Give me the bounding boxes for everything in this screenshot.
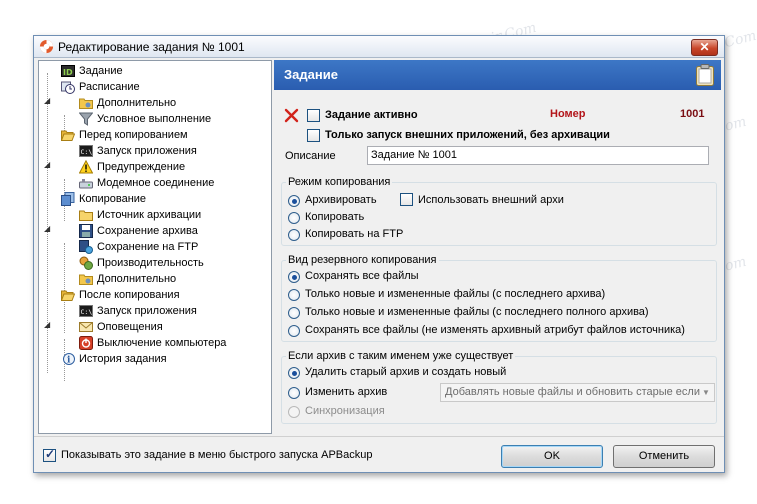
copy-mode-title: Режим копирования [286, 176, 393, 188]
backup-type-title: Вид резервного копирования [286, 254, 439, 266]
console-icon: C:\ [79, 145, 93, 157]
folder-source-icon [79, 210, 93, 221]
radio-delete-create-label: Удалить старый архив и создать новый [305, 366, 507, 378]
description-input[interactable]: Задание № 1001 [367, 146, 709, 165]
radio-archive-label: Архивировать [305, 194, 377, 206]
radio-new-since-full-label: Только новые и измененные файлы (с после… [305, 306, 649, 318]
performance-icon [79, 256, 93, 270]
radio-new-since-full[interactable] [288, 307, 300, 319]
history-icon: i [63, 353, 75, 366]
number-label: Номер [550, 108, 586, 120]
clock-icon [61, 81, 75, 94]
folder-gear-icon [79, 274, 93, 285]
ftp-icon [79, 240, 93, 254]
radio-save-all-keep-attr-label: Сохранять все файлы (не изменять архивны… [305, 324, 685, 336]
close-button[interactable]: ✕ [691, 39, 718, 56]
section-title: Задание [284, 67, 338, 82]
collapse-arrow[interactable]: ◢ [44, 225, 52, 233]
task-active-label: Задание активно [325, 109, 418, 121]
description-label: Описание [285, 150, 336, 162]
filter-icon [79, 112, 93, 126]
red-x-icon [284, 108, 299, 123]
save-disk-icon [79, 224, 93, 238]
external-archiver-label: Использовать внешний архи [418, 194, 564, 206]
radio-copy[interactable] [288, 212, 300, 224]
collapse-arrow[interactable]: ◢ [44, 161, 52, 169]
radio-new-since-last[interactable] [288, 289, 300, 301]
edit-task-dialog: Редактирование задания № 1001 ✕ ◢ ◢ ◢ ◢ … [33, 35, 725, 473]
window-title: Редактирование задания № 1001 [58, 40, 245, 54]
svg-text:i: i [67, 356, 71, 366]
collapse-arrow[interactable]: ◢ [44, 321, 52, 329]
radio-new-since-last-label: Только новые и измененные файлы (с после… [305, 288, 606, 300]
modify-mode-select[interactable]: Добавлять новые файлы и обновить старые … [440, 383, 715, 402]
modify-mode-value: Добавлять новые файлы и обновить старые … [445, 386, 700, 398]
radio-copy-ftp-label: Копировать на FTP [305, 228, 404, 240]
folder-open-icon [61, 130, 75, 141]
clipboard-icon [696, 64, 714, 86]
folder-gear-icon [79, 98, 93, 109]
copy-icon [61, 192, 75, 206]
radio-modify-archive[interactable] [288, 387, 300, 399]
radio-delete-create[interactable] [288, 367, 300, 379]
radio-copy-ftp[interactable] [288, 229, 300, 241]
lifebuoy-icon [39, 39, 54, 54]
existing-archive-title: Если архив с таким именем уже существует [286, 350, 516, 362]
title-bar[interactable]: Редактирование задания № 1001 ✕ [34, 36, 724, 58]
radio-save-all-keep-attr[interactable] [288, 325, 300, 337]
only-apps-label: Только запуск внешних приложений, без ар… [325, 129, 610, 141]
power-icon [79, 336, 93, 350]
modem-icon [79, 179, 93, 189]
ok-button[interactable]: OK [501, 445, 603, 468]
radio-synchronize-label: Синхронизация [305, 405, 385, 417]
number-value: 1001 [680, 108, 705, 120]
collapse-arrow[interactable]: ◢ [44, 97, 52, 105]
svg-text:ID: ID [63, 68, 73, 77]
section-header: Задание [274, 60, 721, 90]
svg-text:C:\: C:\ [81, 148, 93, 156]
radio-modify-archive-label: Изменить архив [305, 386, 388, 398]
folder-open-icon [61, 290, 75, 301]
id-icon: ID [61, 65, 75, 77]
radio-synchronize[interactable] [288, 406, 300, 418]
footer-separator [34, 436, 724, 437]
cancel-button[interactable]: Отменить [613, 445, 715, 468]
only-apps-checkbox[interactable] [307, 129, 320, 142]
radio-copy-label: Копировать [305, 211, 365, 223]
external-archiver-checkbox[interactable] [400, 193, 413, 206]
envelope-icon [79, 322, 93, 332]
settings-tree[interactable]: ◢ ◢ ◢ ◢ ID Задание Расписание Дополнител… [38, 60, 272, 434]
task-active-checkbox[interactable] [307, 109, 320, 122]
radio-save-all-label: Сохранять все файлы [305, 270, 419, 282]
radio-archive[interactable] [288, 195, 300, 207]
radio-save-all[interactable] [288, 271, 300, 283]
warning-icon [79, 160, 93, 174]
svg-text:C:\: C:\ [81, 308, 93, 316]
chevron-down-icon: ▼ [702, 388, 710, 397]
console-icon: C:\ [79, 305, 93, 317]
quick-menu-label: Показывать это задание в меню быстрого з… [61, 449, 373, 461]
quick-menu-checkbox[interactable] [43, 447, 56, 462]
